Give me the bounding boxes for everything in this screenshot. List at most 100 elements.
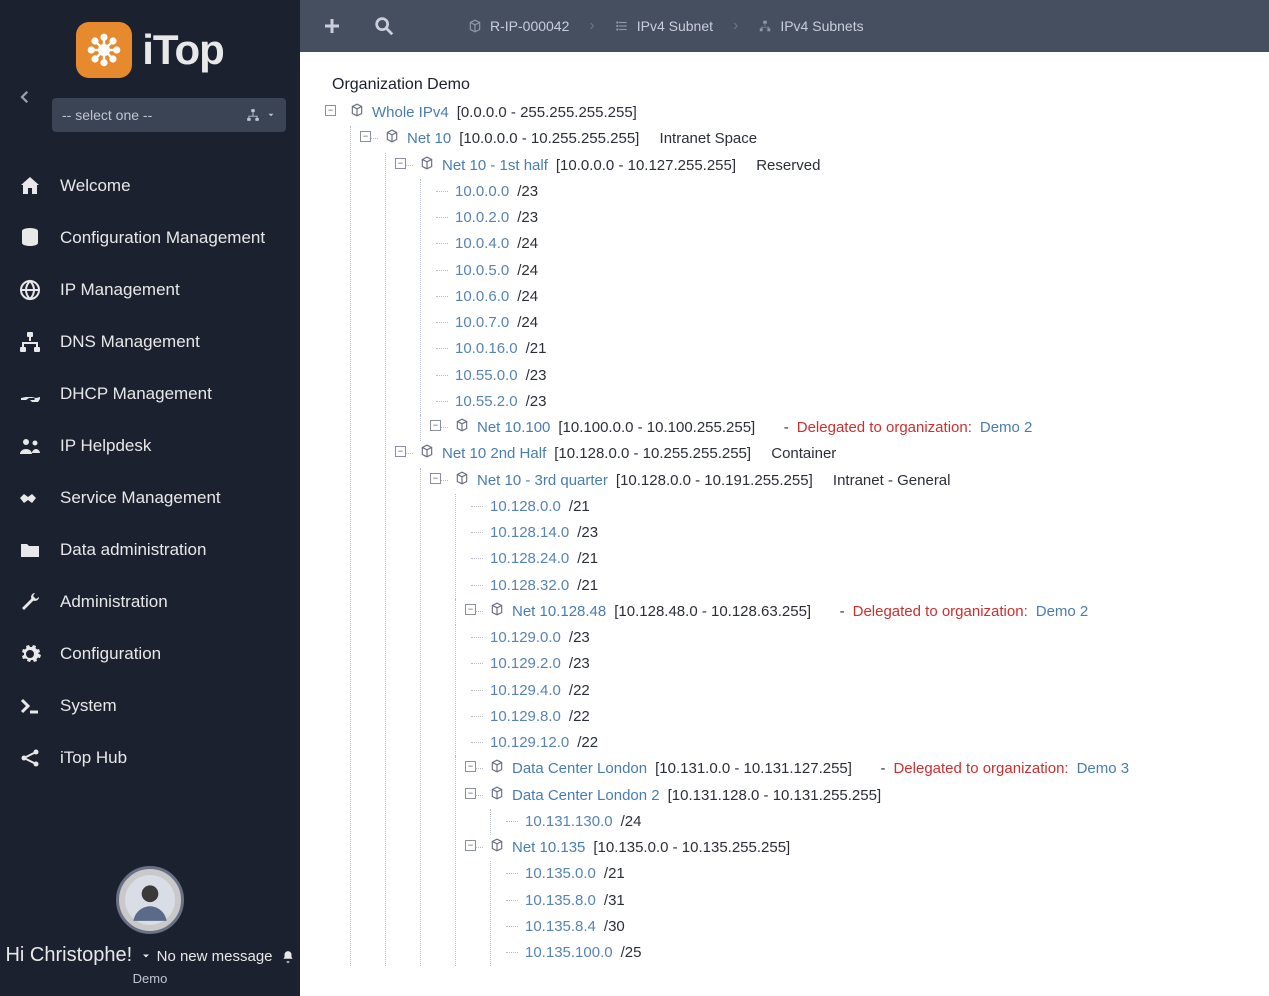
subnet-link[interactable]: 10.135.8.0 xyxy=(525,888,596,914)
content: Organization Demo − Whole IPv4 [0.0.0.0 … xyxy=(300,52,1269,996)
tree-leaf: 10.0.2.0 /23 xyxy=(437,205,1251,231)
subnet-link[interactable]: 10.128.0.0 xyxy=(490,494,561,520)
subnet-link[interactable]: 10.0.2.0 xyxy=(455,205,509,231)
subnet-link[interactable]: 10.0.0.0 xyxy=(455,179,509,205)
delegated-org[interactable]: Demo 2 xyxy=(1036,599,1089,625)
hand-holding-icon xyxy=(18,382,42,406)
sidebar-item-system[interactable]: System xyxy=(0,680,300,732)
subnet-link[interactable]: 10.0.6.0 xyxy=(455,284,509,310)
subnet-link[interactable]: 10.135.100.0 xyxy=(525,940,613,966)
cidr: /22 xyxy=(569,704,590,730)
breadcrumb-item[interactable]: R-IP-000042 xyxy=(462,18,575,34)
home-icon xyxy=(18,174,42,198)
ip-range: [0.0.0.0 - 255.255.255.255] xyxy=(457,100,637,126)
sidebar-item-data-admin[interactable]: Data administration xyxy=(0,524,300,576)
tree-leaf: 10.0.0.0 /23 xyxy=(437,179,1251,205)
subnet-link[interactable]: 10.128.14.0 xyxy=(490,520,569,546)
logo-icon xyxy=(76,22,132,78)
block-link[interactable]: Net 10.100 xyxy=(477,415,550,441)
block-link[interactable]: Net 10 - 1st half xyxy=(442,153,548,179)
delegated-label: Delegated to organization: xyxy=(893,756,1068,782)
sidebar-item-ip-mgmt[interactable]: IP Management xyxy=(0,264,300,316)
share-icon xyxy=(18,746,42,770)
ip-range: [10.131.128.0 - 10.131.255.255] xyxy=(668,783,882,809)
subnet-link[interactable]: 10.135.0.0 xyxy=(525,861,596,887)
cidr: /21 xyxy=(577,546,598,572)
tree-toggle[interactable]: − xyxy=(465,604,476,615)
sidebar-item-ip-helpdesk[interactable]: IP Helpdesk xyxy=(0,420,300,472)
subnet-link[interactable]: 10.129.2.0 xyxy=(490,651,561,677)
subnet-link[interactable]: 10.129.8.0 xyxy=(490,704,561,730)
list-icon xyxy=(615,19,629,33)
subnet-link[interactable]: 10.135.8.4 xyxy=(525,914,596,940)
subnet-link[interactable]: 10.129.0.0 xyxy=(490,625,561,651)
block-icon xyxy=(420,156,434,170)
tree-toggle[interactable]: − xyxy=(465,761,476,772)
tree-toggle[interactable]: − xyxy=(395,158,406,169)
block-icon xyxy=(455,418,469,432)
sidebar-item-itop-hub[interactable]: iTop Hub xyxy=(0,732,300,784)
cidr: /22 xyxy=(569,678,590,704)
sidebar-item-dns-mgmt[interactable]: DNS Management xyxy=(0,316,300,368)
subnet-link[interactable]: 10.0.16.0 xyxy=(455,336,518,362)
user-greeting[interactable]: Hi Christophe! xyxy=(5,944,152,967)
sidebar-item-label: DNS Management xyxy=(60,332,200,352)
subnet-link[interactable]: 10.0.5.0 xyxy=(455,258,509,284)
avatar[interactable] xyxy=(116,866,184,934)
delegated-org[interactable]: Demo 2 xyxy=(980,415,1033,441)
cidr: /23 xyxy=(577,520,598,546)
block-link[interactable]: Data Center London 2 xyxy=(512,783,660,809)
breadcrumb-item[interactable]: IPv4 Subnets xyxy=(752,18,869,34)
tree-toggle[interactable]: − xyxy=(430,420,441,431)
block-link[interactable]: Net 10 xyxy=(407,126,451,152)
block-label: Container xyxy=(771,441,836,467)
delegated-label: Delegated to organization: xyxy=(797,415,972,441)
tree-toggle[interactable]: − xyxy=(465,840,476,851)
subnet-link[interactable]: 10.55.2.0 xyxy=(455,389,518,415)
subnet-link[interactable]: 10.129.4.0 xyxy=(490,678,561,704)
sidebar-item-administration[interactable]: Administration xyxy=(0,576,300,628)
tree-toggle[interactable]: − xyxy=(465,788,476,799)
tree-toggle[interactable]: − xyxy=(360,131,371,142)
gear-icon xyxy=(18,642,42,666)
cidr: /21 xyxy=(526,336,547,362)
cidr: /24 xyxy=(621,809,642,835)
subnet-link[interactable]: 10.129.12.0 xyxy=(490,730,569,756)
tree-toggle[interactable]: − xyxy=(325,105,336,116)
tree-toggle[interactable]: − xyxy=(430,473,441,484)
sidebar-item-service-mgmt[interactable]: Service Management xyxy=(0,472,300,524)
create-button[interactable] xyxy=(310,6,354,46)
block-link[interactable]: Net 10 - 3rd quarter xyxy=(477,468,608,494)
block-link[interactable]: Data Center London xyxy=(512,756,647,782)
tree-node: − Net 10 2nd Half [10.128.0.0 - 10.255.2… xyxy=(402,441,1251,966)
sidebar-collapse[interactable] xyxy=(16,88,34,106)
tree-node: − Net 10.135 [10.135.0.0 - 10.135.255.25… xyxy=(472,835,1251,966)
tree-leaf: 10.128.0.0 /21 xyxy=(472,494,1251,520)
sidebar-item-welcome[interactable]: Welcome xyxy=(0,160,300,212)
block-link[interactable]: Net 10 2nd Half xyxy=(442,441,546,467)
subnet-link[interactable]: 10.128.32.0 xyxy=(490,573,569,599)
delegated-org[interactable]: Demo 3 xyxy=(1077,756,1130,782)
tree-toggle[interactable]: − xyxy=(395,446,406,457)
cidr: /21 xyxy=(577,573,598,599)
sidebar-item-configuration[interactable]: Configuration xyxy=(0,628,300,680)
user-message[interactable]: No new message xyxy=(157,948,295,965)
tree-leaf: 10.129.0.0 /23 xyxy=(472,625,1251,651)
subnet-link[interactable]: 10.55.0.0 xyxy=(455,363,518,389)
breadcrumb-item[interactable]: IPv4 Subnet xyxy=(609,18,719,34)
block-link[interactable]: Net 10.128.48 xyxy=(512,599,606,625)
search-button[interactable] xyxy=(362,6,406,46)
subnet-link[interactable]: 10.128.24.0 xyxy=(490,546,569,572)
sidebar-item-config-mgmt[interactable]: Configuration Management xyxy=(0,212,300,264)
subnet-link[interactable]: 10.131.130.0 xyxy=(525,809,613,835)
block-link[interactable]: Net 10.135 xyxy=(512,835,585,861)
org-selector[interactable]: -- select one -- xyxy=(52,98,286,132)
database-icon xyxy=(18,226,42,250)
block-link[interactable]: Whole IPv4 xyxy=(372,100,449,126)
sidebar-item-label: Data administration xyxy=(60,540,206,560)
sidebar-item-dhcp-mgmt[interactable]: DHCP Management xyxy=(0,368,300,420)
subnet-link[interactable]: 10.0.7.0 xyxy=(455,310,509,336)
subnet-link[interactable]: 10.0.4.0 xyxy=(455,231,509,257)
tree-leaf: 10.129.4.0 /22 xyxy=(472,678,1251,704)
block-icon xyxy=(490,759,504,773)
